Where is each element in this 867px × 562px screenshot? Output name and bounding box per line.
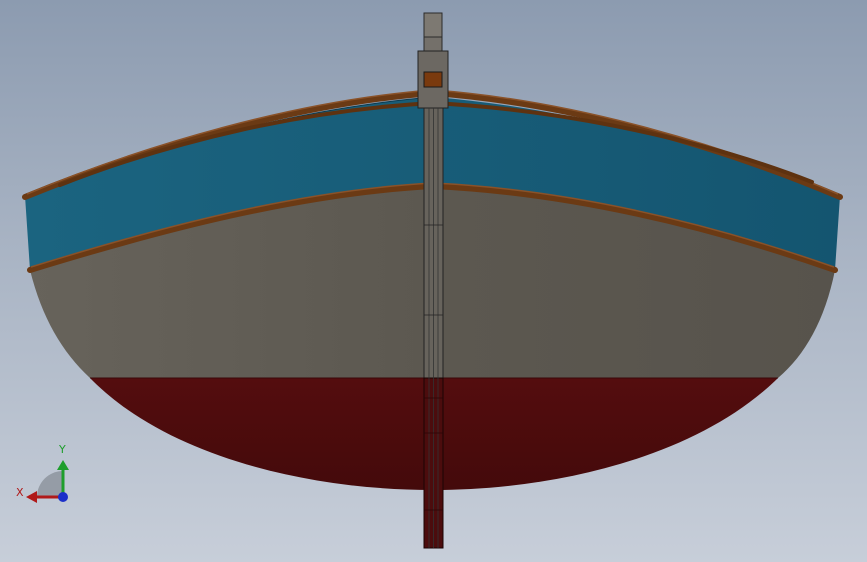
boat-model-scene[interactable]: [0, 0, 867, 562]
graphics-viewport[interactable]: Y X: [0, 0, 867, 562]
post-block-inlay: [423, 71, 443, 88]
view-orientation-triad[interactable]: [26, 460, 69, 503]
z-axis-dot: [58, 492, 68, 502]
y-axis-label: Y: [59, 443, 66, 456]
x-axis-label: X: [16, 486, 24, 499]
